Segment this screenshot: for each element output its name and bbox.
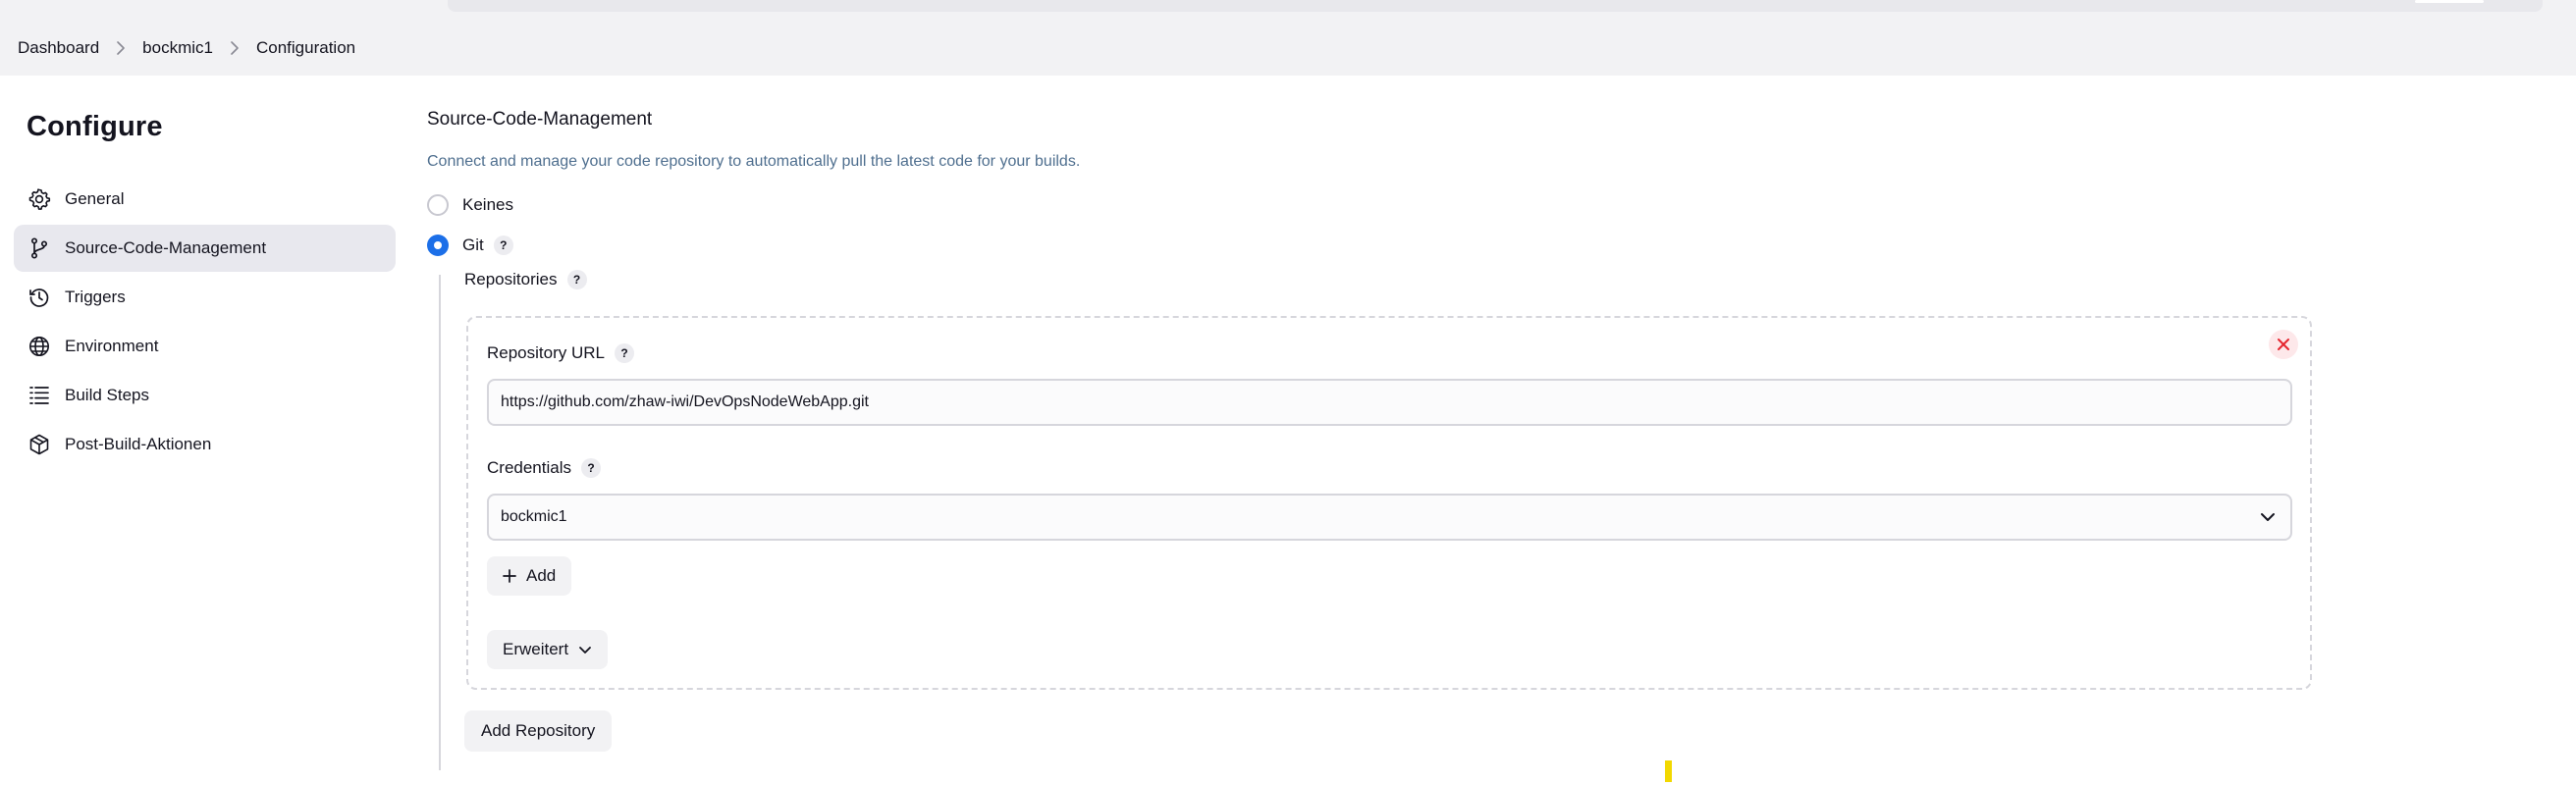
gear-icon xyxy=(27,187,51,211)
radio-label: Keines xyxy=(462,195,513,214)
advanced-label: Erweitert xyxy=(503,640,569,658)
repository-entry: Repository URL ? https://github.com/zhaw… xyxy=(466,316,2312,690)
search-shortcut-hint xyxy=(2415,0,2484,3)
add-repository-label: Add Repository xyxy=(481,721,596,740)
git-section-rail xyxy=(439,275,441,770)
section-description: Connect and manage your code repository … xyxy=(427,153,1081,170)
cube-icon xyxy=(27,433,51,456)
chevron-down-icon xyxy=(2261,513,2275,521)
repository-url-label-text: Repository URL xyxy=(487,343,605,362)
breadcrumb-configuration[interactable]: Configuration xyxy=(256,38,355,58)
sidebar-item-label: Source-Code-Management xyxy=(65,238,267,257)
credentials-selected-value: bockmic1 xyxy=(501,508,567,525)
close-icon xyxy=(2278,339,2289,350)
add-credentials-button[interactable]: Add xyxy=(487,556,572,596)
repository-url-label: Repository URL ? xyxy=(487,343,634,363)
section-title: Source-Code-Management xyxy=(427,109,653,130)
credentials-select[interactable]: bockmic1 xyxy=(487,494,2292,541)
repositories-label-text: Repositories xyxy=(464,270,558,288)
clock-icon xyxy=(27,286,51,309)
breadcrumb-bar: Dashboard bockmic1 Configuration xyxy=(0,21,2576,76)
help-icon[interactable]: ? xyxy=(493,236,513,255)
search-bar[interactable] xyxy=(448,0,2543,12)
cursor-marker xyxy=(1665,760,1672,782)
globe-icon xyxy=(27,335,51,358)
sidebar-item-source-code-management[interactable]: Source-Code-Management xyxy=(14,225,396,272)
help-icon[interactable]: ? xyxy=(566,270,587,289)
help-icon[interactable]: ? xyxy=(581,458,601,478)
breadcrumb-dashboard[interactable]: Dashboard xyxy=(18,38,99,58)
remove-repository-button[interactable] xyxy=(2269,330,2298,359)
breadcrumb: Dashboard bockmic1 Configuration xyxy=(18,21,355,76)
radio-button[interactable] xyxy=(427,235,449,256)
advanced-toggle-button[interactable]: Erweitert xyxy=(487,630,609,669)
radio-option-git[interactable]: Git ? xyxy=(427,235,513,256)
git-branch-icon xyxy=(27,236,51,260)
sidebar-item-environment[interactable]: Environment xyxy=(14,323,396,370)
sidebar-item-label: Environment xyxy=(65,337,159,355)
sidebar-item-label: Triggers xyxy=(65,288,126,306)
chevron-right-icon xyxy=(99,41,142,55)
credentials-label: Credentials ? xyxy=(487,458,601,478)
page-title: Configure xyxy=(27,111,163,142)
radio-button[interactable] xyxy=(427,194,449,216)
add-credentials-label: Add xyxy=(526,566,557,585)
sidebar-item-triggers[interactable]: Triggers xyxy=(14,274,396,321)
list-icon xyxy=(27,384,51,407)
top-header-bar xyxy=(0,0,2576,22)
sidebar-item-post-build-aktionen[interactable]: Post-Build-Aktionen xyxy=(14,421,396,468)
breadcrumb-job[interactable]: bockmic1 xyxy=(142,38,213,58)
sidebar-item-build-steps[interactable]: Build Steps xyxy=(14,372,396,419)
help-icon[interactable]: ? xyxy=(615,343,634,363)
chevron-right-icon xyxy=(213,41,256,55)
sidebar-item-label: Build Steps xyxy=(65,386,149,404)
sidebar-item-label: Post-Build-Aktionen xyxy=(65,435,212,453)
radio-option-keines[interactable]: Keines xyxy=(427,194,513,216)
sidebar-item-general[interactable]: General xyxy=(14,176,396,223)
sidebar-item-label: General xyxy=(65,189,125,208)
radio-label: Git xyxy=(462,236,484,254)
credentials-label-text: Credentials xyxy=(487,458,571,477)
chevron-down-icon xyxy=(579,647,591,654)
add-repository-button[interactable]: Add Repository xyxy=(464,710,613,752)
repository-url-input[interactable]: https://github.com/zhaw-iwi/DevOpsNodeWe… xyxy=(487,379,2292,426)
repositories-label: Repositories ? xyxy=(464,270,587,289)
plus-icon xyxy=(503,569,516,583)
